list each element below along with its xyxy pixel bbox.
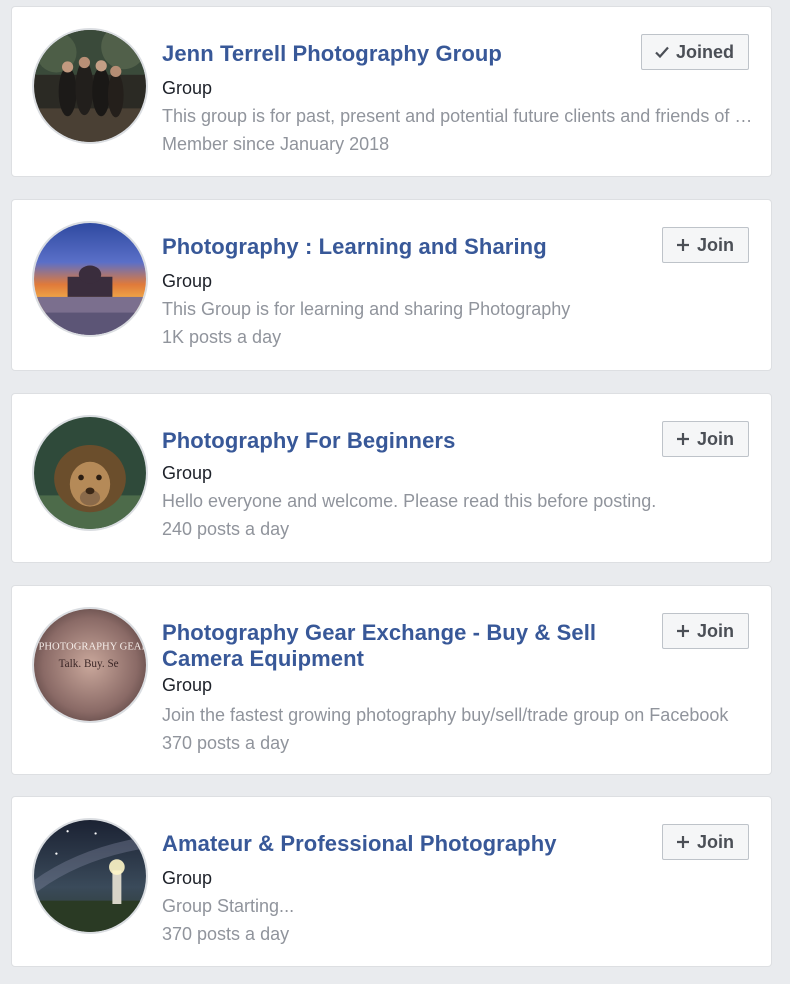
group-description: Group Starting... [162, 896, 295, 916]
group-activity: 240 posts a day [162, 519, 290, 539]
group-description: This Group is for learning and sharing P… [162, 299, 571, 319]
group-photo-image [34, 417, 146, 529]
groups-list: Jenn Terrell Photography Group Group Thi… [0, 0, 790, 984]
group-name-link[interactable]: Photography For Beginners [162, 428, 641, 454]
group-type: Group [162, 675, 213, 695]
group-name-link[interactable]: Amateur & Professional Photography [162, 831, 641, 857]
group-name-link[interactable]: Jenn Terrell Photography Group [162, 41, 641, 67]
avatar-text-line1: PHOTOGRAPHY GEAR [38, 641, 146, 652]
group-photo-image [34, 30, 146, 142]
check-icon [654, 44, 670, 60]
group-photo-image [34, 820, 146, 932]
group-avatar[interactable] [32, 415, 148, 531]
group-photo-image [34, 223, 146, 335]
group-type: Group [162, 271, 213, 291]
join-button-label: Join [696, 620, 734, 641]
plus-icon [675, 623, 691, 639]
join-button[interactable]: Join [661, 824, 749, 860]
group-type: Group [162, 78, 213, 98]
plus-icon [675, 237, 691, 253]
avatar-text-line2: Talk. Buy. Se [59, 658, 119, 670]
group-description: Join the fastest growing photography buy… [162, 705, 729, 725]
plus-icon [675, 431, 691, 447]
group-activity: 370 posts a day [162, 924, 290, 944]
group-name-link[interactable]: Photography : Learning and Sharing [162, 234, 641, 260]
group-description: This group is for past, present and pote… [162, 106, 754, 126]
joined-button-label: Joined [675, 41, 734, 62]
group-avatar[interactable] [32, 28, 148, 144]
join-button[interactable]: Join [661, 613, 749, 649]
group-card: Photography : Learning and Sharing Group… [11, 199, 772, 371]
group-card: PHOTOGRAPHY GEAR Talk. Buy. Se Photograp… [11, 585, 772, 775]
group-avatar[interactable] [32, 221, 148, 337]
plus-icon [675, 834, 691, 850]
group-avatar[interactable]: PHOTOGRAPHY GEAR Talk. Buy. Se [32, 607, 148, 723]
group-activity: 1K posts a day [162, 327, 282, 347]
joined-button[interactable]: Joined [640, 34, 749, 70]
group-activity: Member since January 2018 [162, 134, 390, 154]
join-button-label: Join [696, 831, 734, 852]
join-button[interactable]: Join [661, 227, 749, 263]
group-card: Photography For Beginners Group Hello ev… [11, 393, 772, 563]
group-description: Hello everyone and welcome. Please read … [162, 491, 657, 511]
group-logo-image: PHOTOGRAPHY GEAR Talk. Buy. Se [34, 609, 146, 721]
join-button-label: Join [696, 428, 734, 449]
group-type: Group [162, 463, 213, 483]
join-button-label: Join [696, 234, 734, 255]
group-type: Group [162, 868, 213, 888]
group-name-link[interactable]: Photography Gear Exchange - Buy & Sell C… [162, 620, 622, 672]
group-card: Amateur & Professional Photography Group… [11, 796, 772, 967]
group-activity: 370 posts a day [162, 733, 290, 753]
join-button[interactable]: Join [661, 421, 749, 457]
group-card: Jenn Terrell Photography Group Group Thi… [11, 6, 772, 177]
group-avatar[interactable] [32, 818, 148, 934]
